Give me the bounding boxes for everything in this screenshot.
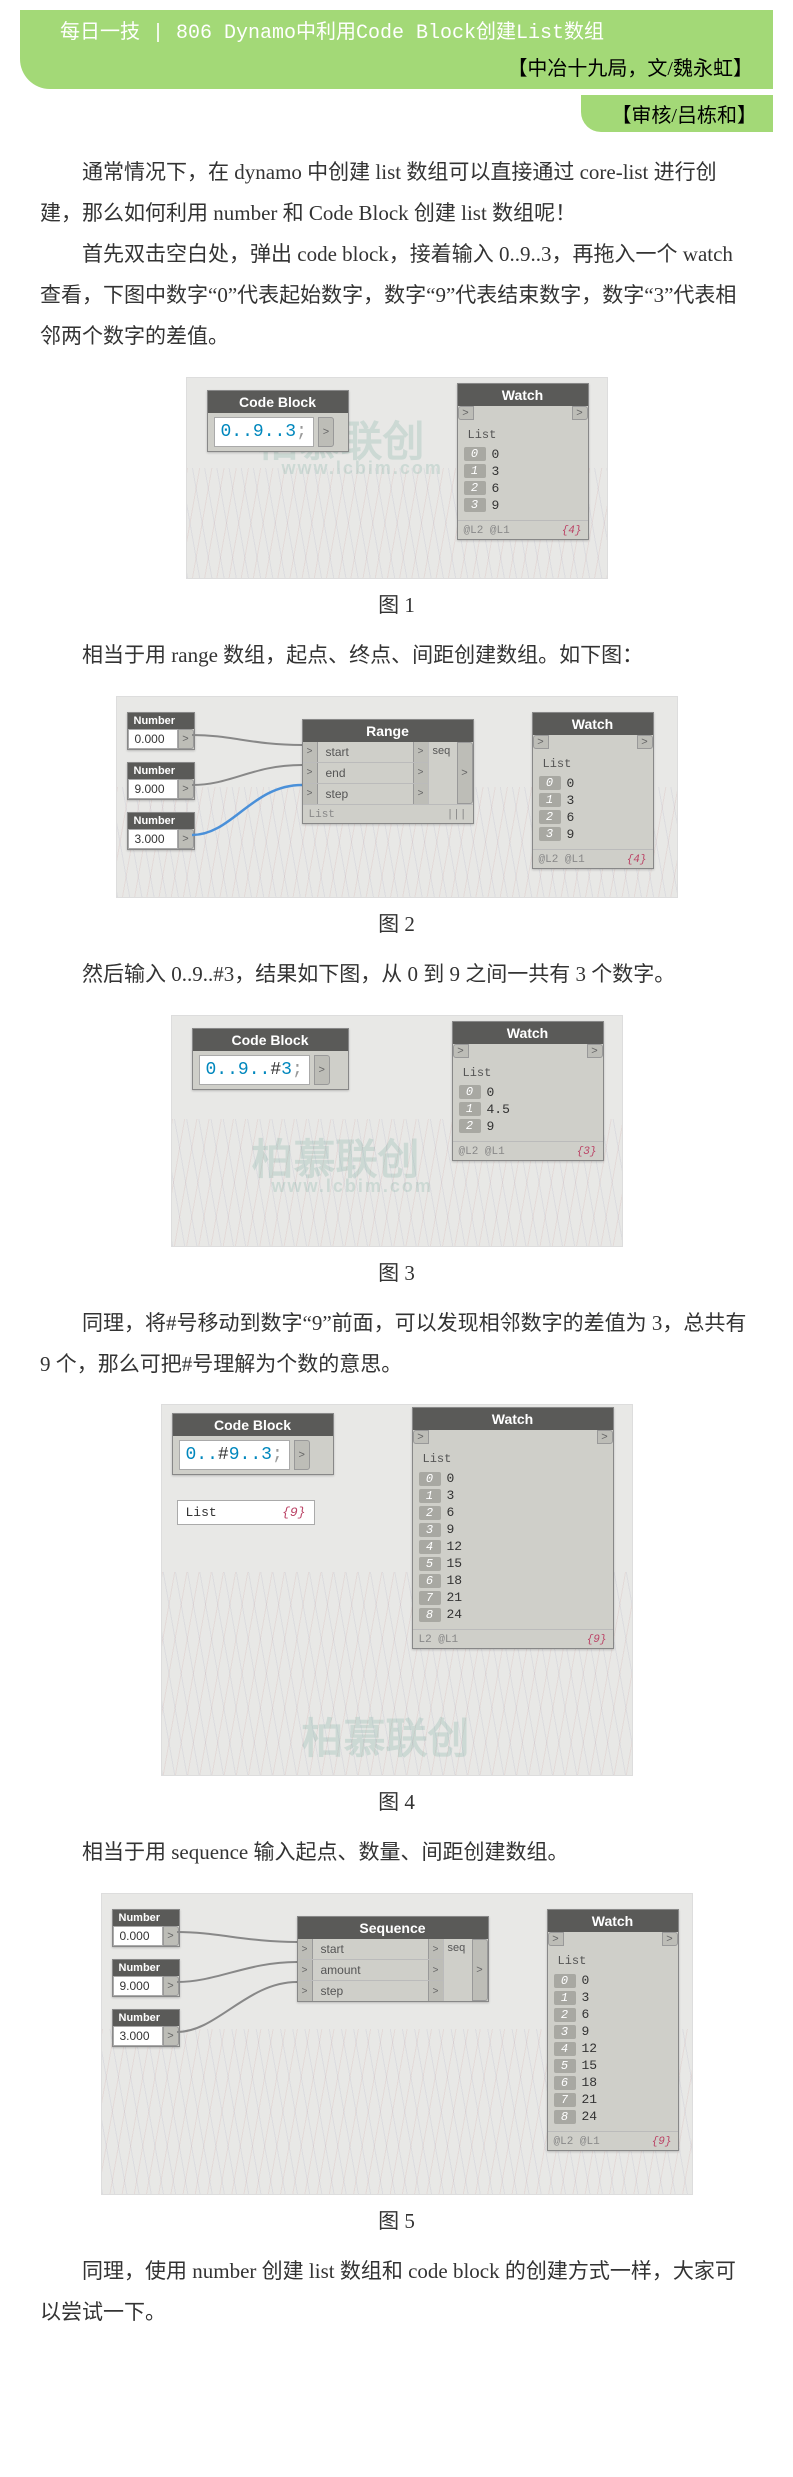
figure-caption: 图 4 xyxy=(0,1786,793,1816)
list-item: 412 xyxy=(419,1538,607,1555)
watch-footer: @L2 @L1 {4} xyxy=(458,520,588,539)
watch-list: 0014.529 xyxy=(459,1084,597,1135)
code-input[interactable]: 0..9..#3; xyxy=(199,1055,310,1085)
paragraph: 首先双击空白处，弹出 code block，接着输入 0..9..3，再拖入一个… xyxy=(40,234,753,357)
list-item: 39 xyxy=(419,1521,607,1538)
code-block-node[interactable]: Code Block 0..9..3; > xyxy=(207,390,349,452)
number-node[interactable]: Number 0.000> xyxy=(112,1909,180,1947)
article-title: 每日一技 | 806 Dynamo中利用Code Block创建List数组 xyxy=(60,20,753,48)
figure-1: 柏慕联创 www.lcbim.com Code Block 0..9..3; >… xyxy=(40,377,753,579)
paragraph: 相当于用 range 数组，起点、终点、间距创建数组。如下图： xyxy=(40,635,753,676)
header-band: 每日一技 | 806 Dynamo中利用Code Block创建List数组 【… xyxy=(20,10,773,89)
watch-list: 00132639 xyxy=(464,446,582,514)
watch-node[interactable]: Watch >> List 00132639412515618721824 L2… xyxy=(412,1407,614,1649)
figure-caption: 图 2 xyxy=(0,908,793,938)
list-item: 26 xyxy=(539,809,647,826)
paragraph: 然后输入 0..9..#3，结果如下图，从 0 到 9 之间一共有 3 个数字。 xyxy=(40,954,753,995)
figure-caption: 图 3 xyxy=(0,1257,793,1287)
list-label: List xyxy=(464,426,582,446)
list-item: 00 xyxy=(459,1084,597,1101)
list-item: 26 xyxy=(464,480,582,497)
paragraph: 相当于用 sequence 输入起点、数量、间距创建数组。 xyxy=(40,1832,753,1873)
list-item: 29 xyxy=(459,1118,597,1135)
figure-4: 柏慕联创 Code Block 0..#9..3; > List{9} Watc… xyxy=(40,1404,753,1776)
watch-node[interactable]: Watch >> List 00132639 @L2 @L1{4} xyxy=(532,712,654,869)
list-item: 824 xyxy=(554,2108,672,2125)
paragraph: 同理，将#号移动到数字“9”前面，可以发现相邻数字的差值为 3，总共有 9 个，… xyxy=(40,1303,753,1385)
list-item: 13 xyxy=(554,1989,672,2006)
node-title: Watch xyxy=(458,384,588,406)
code-input[interactable]: 0..#9..3; xyxy=(179,1440,290,1470)
list-item: 26 xyxy=(554,2006,672,2023)
number-node[interactable]: Number 9.000> xyxy=(112,1959,180,1997)
code-block-node[interactable]: Code Block 0..#9..3; > xyxy=(172,1413,334,1475)
number-node[interactable]: Number 0.000> xyxy=(127,712,195,750)
reviewer-credit: 【审核/吕栋和】 xyxy=(581,95,773,132)
watch-body: List 00132639 xyxy=(458,420,588,520)
watch-node[interactable]: Watch >> List 00132639412515618721824 @L… xyxy=(547,1909,679,2151)
list-item: 39 xyxy=(554,2023,672,2040)
list-item: 13 xyxy=(419,1487,607,1504)
list-item: 00 xyxy=(554,1972,672,1989)
list-summary: List{9} xyxy=(177,1500,315,1525)
output-port[interactable]: > xyxy=(572,406,588,420)
node-title: Code Block xyxy=(208,391,348,413)
watch-node[interactable]: Watch >> List 0014.529 @L2 @L1{3} xyxy=(452,1021,604,1161)
input-port[interactable]: > xyxy=(458,406,474,420)
list-item: 00 xyxy=(464,446,582,463)
list-item: 824 xyxy=(419,1606,607,1623)
list-item: 618 xyxy=(554,2074,672,2091)
output-port[interactable]: > xyxy=(318,417,334,447)
list-item: 618 xyxy=(419,1572,607,1589)
list-item: 26 xyxy=(419,1504,607,1521)
list-item: 39 xyxy=(464,497,582,514)
reviewer-band: 【审核/吕栋和】 xyxy=(20,95,773,132)
sequence-node[interactable]: Sequence >start> >amount> >step> seq > xyxy=(297,1916,489,2002)
paragraph: 通常情况下，在 dynamo 中创建 list 数组可以直接通过 core-li… xyxy=(40,152,753,234)
output-port[interactable]: > xyxy=(457,742,473,804)
list-item: 13 xyxy=(539,792,647,809)
author-credit: 【中冶十九局，文/魏永虹】 xyxy=(60,52,753,81)
number-node[interactable]: Number 3.000> xyxy=(127,812,195,850)
output-port[interactable]: > xyxy=(472,1939,488,2001)
number-node[interactable]: Number 3.000> xyxy=(112,2009,180,2047)
figure-5: Number 0.000> Number 9.000> Number 3.000… xyxy=(40,1893,753,2195)
figure-3: 柏慕联创 www.lcbim.com Code Block 0..9..#3; … xyxy=(40,1015,753,1247)
watch-list: 00132639412515618721824 xyxy=(554,1972,672,2125)
list-item: 14.5 xyxy=(459,1101,597,1118)
list-item: 515 xyxy=(554,2057,672,2074)
number-node[interactable]: Number 9.000> xyxy=(127,762,195,800)
code-block-node[interactable]: Code Block 0..9..#3; > xyxy=(192,1028,349,1090)
list-item: 721 xyxy=(419,1589,607,1606)
list-item: 13 xyxy=(464,463,582,480)
code-input[interactable]: 0..9..3; xyxy=(214,417,314,447)
list-item: 00 xyxy=(539,775,647,792)
list-item: 39 xyxy=(539,826,647,843)
figure-2: Number 0.000> Number 9.000> Number 3.000… xyxy=(40,696,753,898)
figure-caption: 图 5 xyxy=(0,2205,793,2235)
list-item: 721 xyxy=(554,2091,672,2108)
list-item: 412 xyxy=(554,2040,672,2057)
list-item: 00 xyxy=(419,1470,607,1487)
figure-caption: 图 1 xyxy=(0,589,793,619)
list-item: 515 xyxy=(419,1555,607,1572)
watch-list: 00132639 xyxy=(539,775,647,843)
paragraph: 同理，使用 number 创建 list 数组和 code block 的创建方… xyxy=(40,2251,753,2333)
range-node[interactable]: Range >start> >end> >step> seq > List||| xyxy=(302,719,474,824)
watch-node[interactable]: Watch > > List 00132639 @L2 @L1 {4} xyxy=(457,383,589,540)
watch-list: 00132639412515618721824 xyxy=(419,1470,607,1623)
